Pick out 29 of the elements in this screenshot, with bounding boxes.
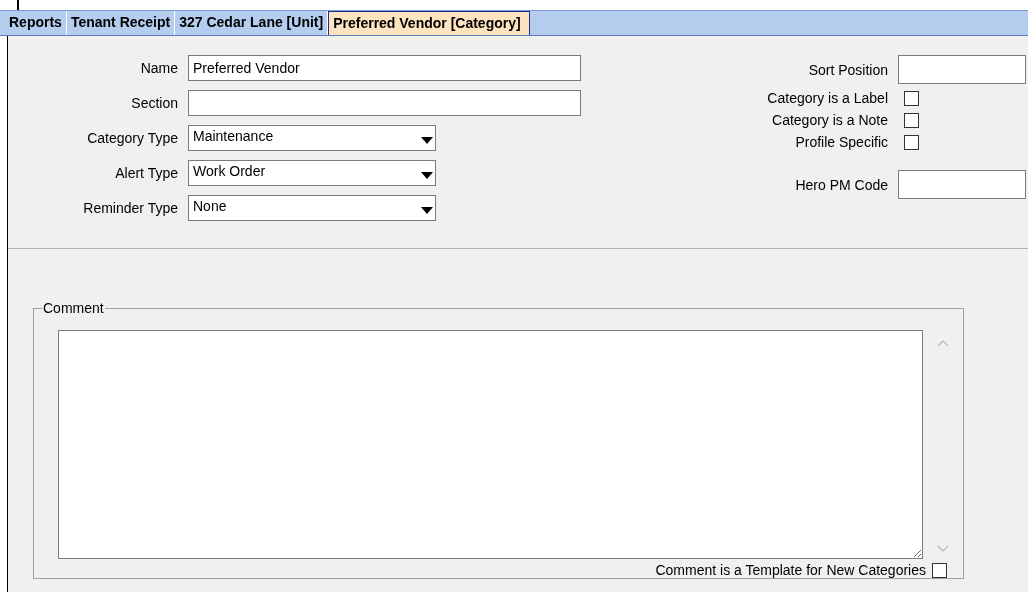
field-label: Name <box>139 60 178 76</box>
checkbox-label: Category is a Label <box>766 90 888 106</box>
checkbox[interactable] <box>904 134 919 150</box>
checkbox[interactable] <box>932 562 947 578</box>
dropdown[interactable]: Work Order <box>188 160 436 186</box>
caret-icon <box>421 172 433 179</box>
checkbox-label: Category is a Note <box>771 112 888 128</box>
input-field[interactable]: Preferred Vendor <box>188 55 581 81</box>
input-field[interactable] <box>898 170 1026 199</box>
dropdown[interactable]: Maintenance <box>188 125 436 151</box>
checkbox-label: Comment is a Template for New Categories <box>655 562 926 578</box>
tab[interactable]: Preferred Vendor [Category] <box>328 11 530 35</box>
checkbox-label: Profile Specific <box>794 134 888 150</box>
text-cursor <box>17 0 19 10</box>
field-label: Reminder Type <box>82 200 178 216</box>
checkbox[interactable] <box>904 90 919 106</box>
field-label: Hero PM Code <box>794 176 888 193</box>
field-label: Alert Type <box>114 165 178 181</box>
caret-icon <box>421 137 433 144</box>
caret-icon <box>421 207 433 214</box>
input-field[interactable] <box>898 55 1026 84</box>
field-label: Category Type <box>86 130 178 146</box>
dropdown[interactable]: None <box>188 195 436 221</box>
comment-field[interactable] <box>58 330 923 559</box>
field-label: Sort Position <box>807 61 888 78</box>
input-field[interactable] <box>188 90 581 116</box>
checkbox[interactable] <box>904 112 919 128</box>
field-label: Section <box>130 95 178 111</box>
group-label: Comment <box>42 300 105 316</box>
